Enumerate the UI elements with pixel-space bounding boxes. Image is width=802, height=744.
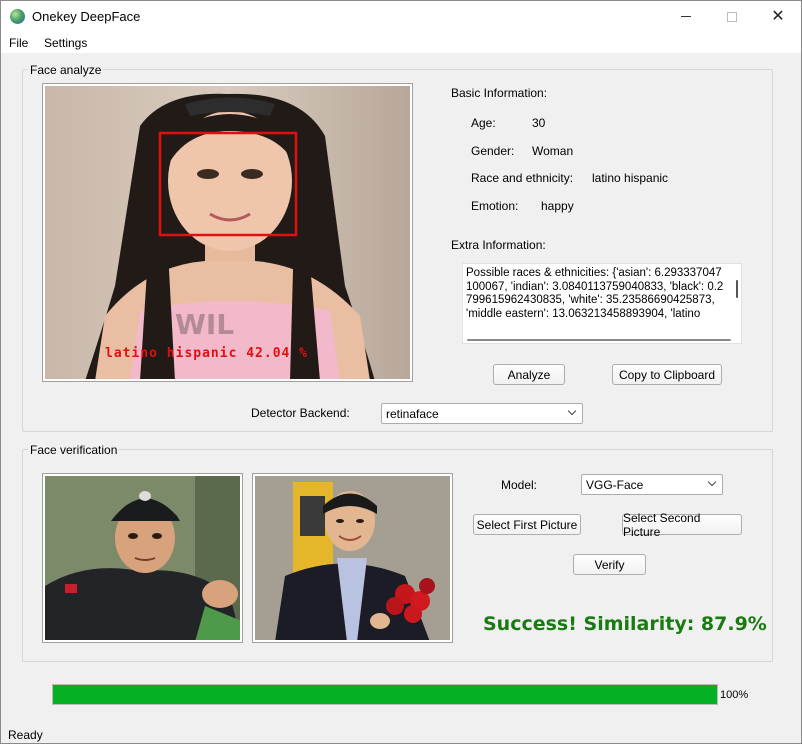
close-button[interactable]: ✕: [755, 1, 801, 32]
second-picture-frame: [252, 473, 453, 643]
model-label: Model:: [501, 478, 538, 492]
window-title: Onekey DeepFace: [32, 9, 141, 24]
menu-bar: File Settings: [1, 32, 801, 53]
svg-text:WIL: WIL: [175, 308, 234, 341]
extra-info-text: Possible races & ethnicities: {'asian': …: [466, 267, 724, 320]
emotion-label: Emotion:: [471, 199, 519, 213]
race-label: Race and ethnicity:: [471, 171, 574, 185]
analyze-photo: WIL latino hispanic 42.04 %: [45, 86, 410, 379]
gender-label: Gender:: [471, 144, 515, 158]
horizontal-scrollbar[interactable]: [467, 339, 731, 341]
model-value: VGG-Face: [586, 478, 644, 492]
second-face-picture: [255, 476, 450, 640]
maximize-button[interactable]: [709, 1, 755, 32]
select-second-picture-button[interactable]: Select Second Picture: [622, 511, 742, 539]
face-analyze-title: Face analyze: [28, 63, 104, 77]
progress-bar-fill: [53, 685, 717, 704]
emotion-value: happy: [541, 199, 574, 213]
first-picture-frame: [42, 473, 243, 643]
vertical-scrollbar[interactable]: [736, 280, 738, 298]
progress-label: 100%: [720, 689, 749, 701]
second-picture: [255, 476, 450, 640]
race-value: latino hispanic: [592, 171, 669, 185]
analyzed-face-picture: WIL: [45, 86, 410, 379]
chevron-down-icon: [567, 406, 577, 416]
verify-button[interactable]: Verify: [573, 554, 646, 575]
minimize-icon: [681, 16, 691, 17]
menu-settings[interactable]: Settings: [44, 36, 87, 50]
progress-bar: [52, 684, 718, 705]
age-value: 30: [532, 116, 546, 130]
status-text: Ready: [8, 728, 43, 742]
verification-result: Success! Similarity: 87.9%: [483, 613, 767, 635]
model-select[interactable]: VGG-Face: [581, 474, 723, 495]
image-caption: latino hispanic 42.04 %: [105, 346, 309, 361]
detector-backend-label: Detector Backend:: [251, 406, 350, 420]
face-verification-title: Face verification: [28, 443, 120, 457]
first-picture: [45, 476, 240, 640]
app-icon: [10, 9, 25, 24]
detector-backend-value: retinaface: [386, 407, 439, 421]
basic-info-title: Basic Information:: [451, 86, 548, 100]
maximize-icon: [727, 11, 737, 22]
minimize-button[interactable]: [663, 1, 709, 32]
extra-info-textbox[interactable]: Possible races & ethnicities: {'asian': …: [462, 263, 742, 344]
app-window: Onekey DeepFace ✕ File Settings Face ana…: [0, 0, 802, 744]
age-label: Age:: [471, 116, 496, 130]
copy-to-clipboard-button[interactable]: Copy to Clipboard: [612, 364, 722, 385]
menu-file[interactable]: File: [9, 36, 28, 50]
select-first-picture-button[interactable]: Select First Picture: [473, 514, 581, 535]
chevron-down-icon: [707, 477, 717, 487]
close-icon: ✕: [771, 7, 785, 25]
title-bar: Onekey DeepFace ✕: [1, 1, 801, 32]
detector-backend-select[interactable]: retinaface: [381, 403, 583, 424]
first-face-picture: [45, 476, 240, 640]
gender-value: Woman: [532, 144, 574, 158]
analyze-image-frame: WIL latino hispanic 42.04 %: [42, 83, 413, 382]
extra-info-title: Extra Information:: [451, 238, 546, 252]
analyze-button[interactable]: Analyze: [493, 364, 565, 385]
